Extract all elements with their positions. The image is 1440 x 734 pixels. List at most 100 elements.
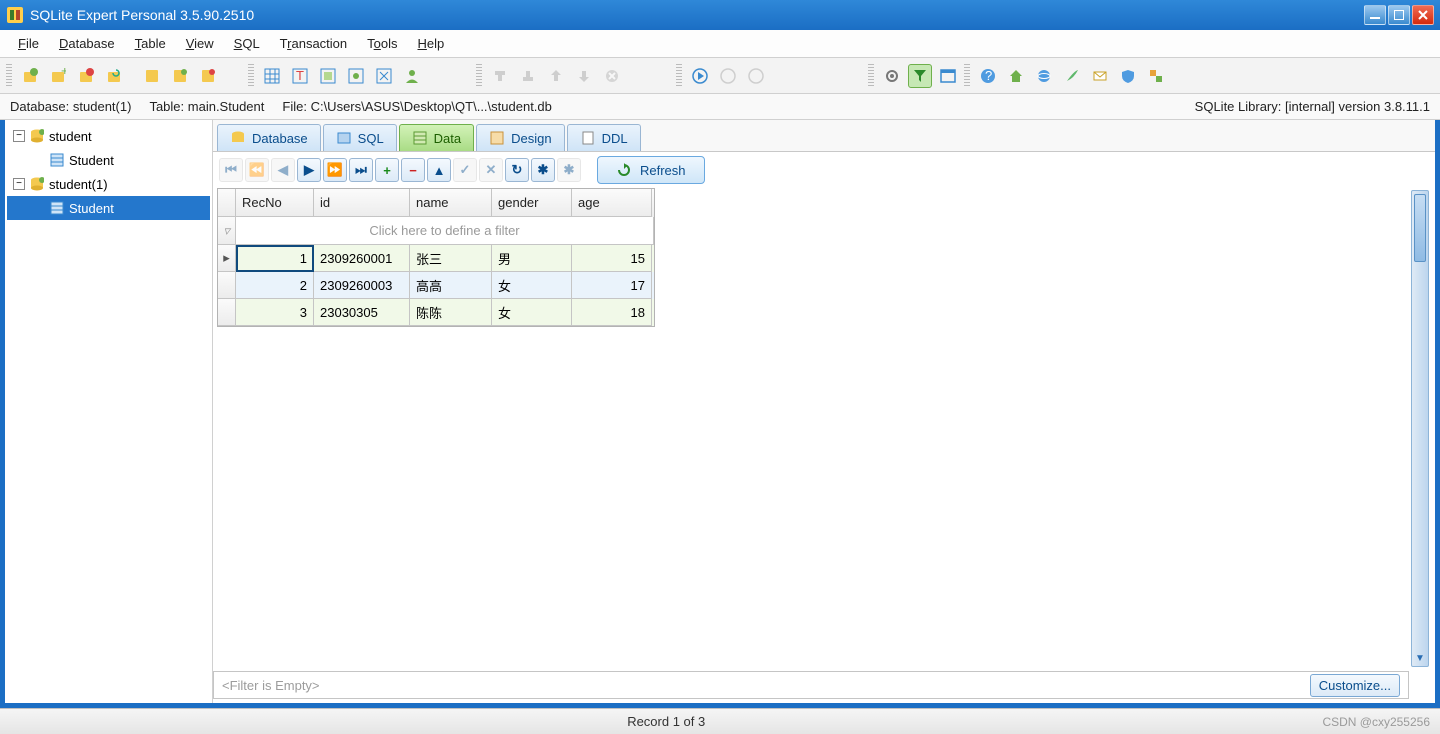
col-header-gender[interactable]: gender	[492, 189, 572, 217]
globe-icon[interactable]	[1032, 64, 1056, 88]
tab-ddl[interactable]: DDL	[567, 124, 641, 151]
nav-next-icon[interactable]: ▶	[297, 158, 321, 182]
grid-icon-2[interactable]: T	[288, 64, 312, 88]
cell-recno[interactable]: 2	[236, 272, 314, 299]
table-del-icon[interactable]	[196, 64, 220, 88]
tab-design[interactable]: Design	[476, 124, 564, 151]
cell-name[interactable]: 张三	[410, 245, 492, 272]
cell-age[interactable]: 17	[572, 272, 652, 299]
nav-post-icon[interactable]: ✓	[453, 158, 477, 182]
home-icon[interactable]	[1004, 64, 1028, 88]
tx-save-icon[interactable]	[572, 64, 596, 88]
menu-table[interactable]: Table	[125, 32, 176, 55]
tab-data[interactable]: Data	[399, 124, 474, 151]
nav-bookmark-icon[interactable]: ✱	[531, 158, 555, 182]
nav-prev-icon[interactable]: ◀	[271, 158, 295, 182]
grid-icon-3[interactable]	[316, 64, 340, 88]
minimize-button[interactable]	[1364, 5, 1386, 25]
mail-icon[interactable]	[1088, 64, 1112, 88]
filter-hint[interactable]: Click here to define a filter	[236, 217, 654, 245]
feather-icon[interactable]	[1060, 64, 1084, 88]
cell-gender[interactable]: 女	[492, 299, 572, 326]
nav-refresh-icon[interactable]: ↻	[505, 158, 529, 182]
person-icon[interactable]	[400, 64, 424, 88]
nav-add-icon[interactable]: +	[375, 158, 399, 182]
tx-begin-icon[interactable]	[488, 64, 512, 88]
tree-db-student1[interactable]: − student(1)	[7, 172, 210, 196]
tree-db-student[interactable]: − student	[7, 124, 210, 148]
pause-icon[interactable]	[716, 64, 740, 88]
table-row[interactable]: ▸ 1 2309260001 张三 男 15	[218, 245, 654, 272]
cell-id[interactable]: 23030305	[314, 299, 410, 326]
cell-gender[interactable]: 男	[492, 245, 572, 272]
tab-sql[interactable]: SQL	[323, 124, 397, 151]
col-header-recno[interactable]: RecNo	[236, 189, 314, 217]
help-icon[interactable]: ?	[976, 64, 1000, 88]
cell-age[interactable]: 18	[572, 299, 652, 326]
cell-recno[interactable]: 1	[236, 245, 314, 272]
nav-cancel-icon[interactable]: ✕	[479, 158, 503, 182]
gear-icon[interactable]	[880, 64, 904, 88]
nav-edit-icon[interactable]: ▲	[427, 158, 451, 182]
table-new-icon[interactable]	[140, 64, 164, 88]
col-header-age[interactable]: age	[572, 189, 652, 217]
menu-help[interactable]: Help	[408, 32, 455, 55]
shield-icon[interactable]	[1116, 64, 1140, 88]
cell-recno[interactable]: 3	[236, 299, 314, 326]
close-button[interactable]	[1412, 5, 1434, 25]
tree-table1-label: Student	[69, 153, 114, 168]
tab-database[interactable]: Database	[217, 124, 321, 151]
refresh-button[interactable]: Refresh	[597, 156, 705, 184]
svg-text:+: +	[61, 68, 66, 78]
window-icon[interactable]	[936, 64, 960, 88]
customize-button[interactable]: Customize...	[1310, 674, 1400, 697]
collapse-icon[interactable]: −	[13, 178, 25, 190]
new-db-icon[interactable]	[18, 64, 42, 88]
tx-rollback-icon[interactable]	[544, 64, 568, 88]
col-header-id[interactable]: id	[314, 189, 410, 217]
nav-delete-icon[interactable]: −	[401, 158, 425, 182]
menu-file[interactable]: File	[8, 32, 49, 55]
menu-view[interactable]: View	[176, 32, 224, 55]
nav-next-page-icon[interactable]: ⏩	[323, 158, 347, 182]
collapse-icon[interactable]: −	[13, 130, 25, 142]
filter-row[interactable]: ▿ Click here to define a filter	[218, 217, 654, 245]
cell-gender[interactable]: 女	[492, 272, 572, 299]
vertical-scrollbar[interactable]: ▲ ▼	[1411, 190, 1429, 667]
menu-sql[interactable]: SQL	[224, 32, 270, 55]
nav-extra-icon[interactable]: ✱	[557, 158, 581, 182]
db-refresh-icon[interactable]	[102, 64, 126, 88]
nav-last-icon[interactable]: ⏭	[349, 158, 373, 182]
menu-database[interactable]: Database	[49, 32, 125, 55]
tx-commit-icon[interactable]	[516, 64, 540, 88]
menu-tools[interactable]: Tools	[357, 32, 407, 55]
cell-name[interactable]: 高高	[410, 272, 492, 299]
stop-icon[interactable]	[744, 64, 768, 88]
cell-name[interactable]: 陈陈	[410, 299, 492, 326]
tx-cancel-icon[interactable]	[600, 64, 624, 88]
scroll-thumb[interactable]	[1414, 194, 1426, 262]
col-header-name[interactable]: name	[410, 189, 492, 217]
close-db-icon[interactable]	[74, 64, 98, 88]
grid-icon-5[interactable]	[372, 64, 396, 88]
cell-id[interactable]: 2309260003	[314, 272, 410, 299]
table-open-icon[interactable]	[168, 64, 192, 88]
table-row[interactable]: 3 23030305 陈陈 女 18	[218, 299, 654, 326]
puzzle-icon[interactable]	[1144, 64, 1168, 88]
run-icon[interactable]	[688, 64, 712, 88]
grid-icon-4[interactable]	[344, 64, 368, 88]
cell-id[interactable]: 2309260001	[314, 245, 410, 272]
table-row[interactable]: 2 2309260003 高高 女 17	[218, 272, 654, 299]
grid-icon-1[interactable]	[260, 64, 284, 88]
nav-first-icon[interactable]: ⏮	[219, 158, 243, 182]
scroll-down-icon[interactable]: ▼	[1412, 650, 1428, 666]
maximize-button[interactable]	[1388, 5, 1410, 25]
tree-table-student2[interactable]: Student	[7, 196, 210, 220]
menu-transaction[interactable]: Transaction	[270, 32, 357, 55]
open-db-icon[interactable]: +	[46, 64, 70, 88]
tree-table-student1[interactable]: Student	[7, 148, 210, 172]
cell-age[interactable]: 15	[572, 245, 652, 272]
nav-prev-page-icon[interactable]: ⏪	[245, 158, 269, 182]
data-grid[interactable]: RecNo id name gender age ▿ Click here to…	[217, 188, 655, 327]
filter-funnel-icon[interactable]	[908, 64, 932, 88]
